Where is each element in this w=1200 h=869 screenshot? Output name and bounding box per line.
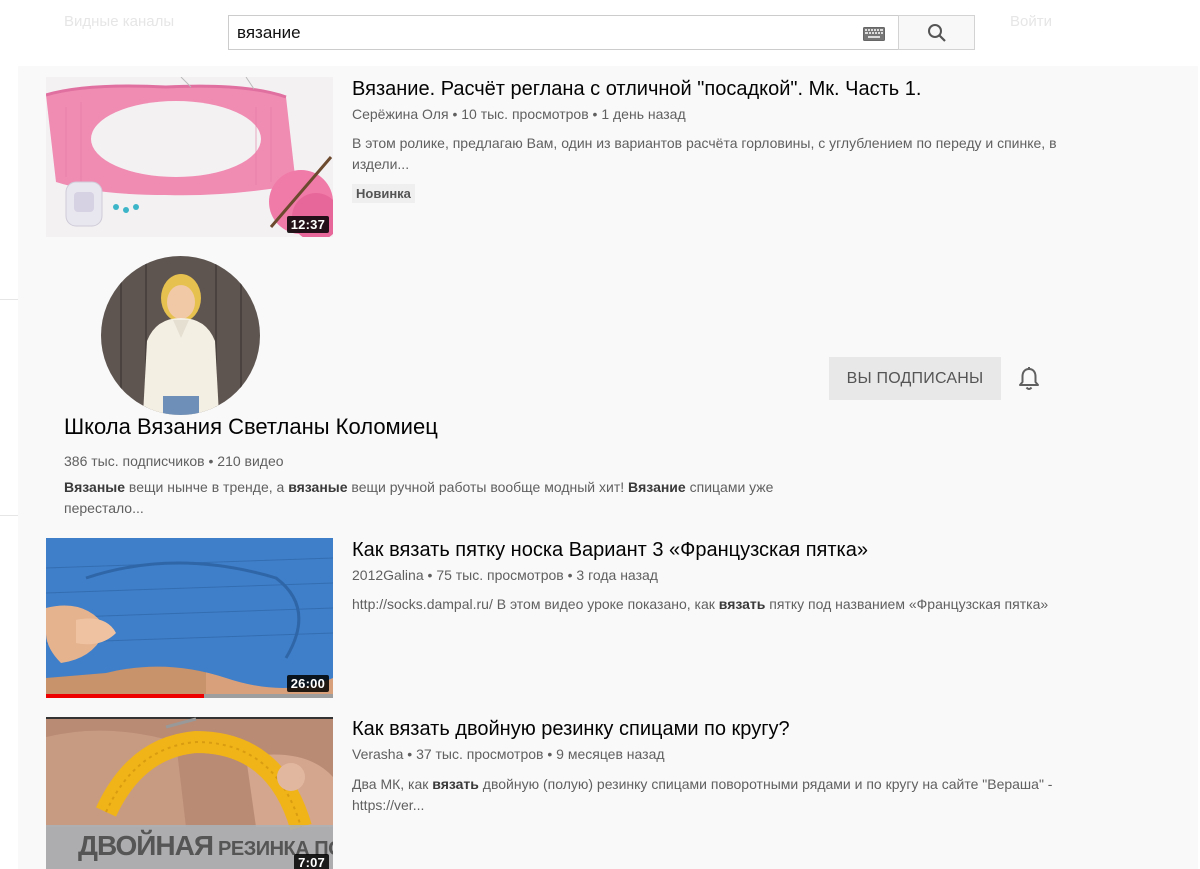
- video-description: http://socks.dampal.ru/ В этом видео уро…: [352, 596, 1049, 612]
- keyboard-icon[interactable]: [863, 27, 885, 41]
- divider: [0, 299, 18, 300]
- meta-separator: •: [567, 567, 573, 583]
- video-metadata: Verasha • 37 тыс. просмотров • 9 месяцев…: [352, 746, 665, 762]
- watch-progress-fill: [46, 694, 204, 698]
- video-title[interactable]: Как вязать двойную резинку спицами по кр…: [352, 718, 790, 741]
- channel-description: Вязаные вещи нынче в тренде, а вязаные в…: [64, 479, 774, 516]
- view-count: 75 тыс. просмотров: [436, 567, 564, 583]
- video-duration: 12:37: [286, 216, 329, 233]
- upload-age: 1 день назад: [601, 106, 686, 122]
- video-duration: 26:00: [286, 675, 329, 692]
- search-button[interactable]: [898, 15, 975, 50]
- video-description: Два МК, как вязать двойную (полую) резин…: [352, 776, 1053, 813]
- new-badge: Новинка: [352, 184, 415, 203]
- upload-age: 9 месяцев назад: [556, 746, 665, 762]
- channel-link[interactable]: 2012Galina: [352, 567, 424, 583]
- channel-avatar[interactable]: [101, 256, 260, 415]
- meta-separator: •: [452, 106, 458, 122]
- search-box[interactable]: [228, 15, 899, 50]
- search-input[interactable]: [237, 22, 837, 44]
- meta-separator: •: [208, 453, 214, 469]
- left-guide-strip: [0, 66, 18, 869]
- meta-separator: •: [427, 567, 433, 583]
- sock-heel-image: [46, 538, 333, 698]
- masthead: Видные каналы Войти: [0, 0, 1200, 66]
- masthead-signin-link[interactable]: Войти: [1010, 13, 1052, 30]
- video-metadata: 2012Galina • 75 тыс. просмотров • 3 года…: [352, 567, 658, 583]
- video-title[interactable]: Вязание. Расчёт реглана с отличной "поса…: [352, 78, 921, 101]
- view-count: 37 тыс. просмотров: [416, 746, 544, 762]
- video-description: В этом ролике, предлагаю Вам, один из ва…: [352, 135, 1057, 172]
- search-icon: [927, 23, 946, 42]
- bell-icon[interactable]: [1017, 366, 1041, 392]
- meta-separator: •: [407, 746, 413, 762]
- masthead-left-link[interactable]: Видные каналы: [64, 13, 174, 30]
- channel-link[interactable]: Серёжина Оля: [352, 106, 449, 122]
- meta-separator: •: [592, 106, 598, 122]
- video-title[interactable]: Как вязать пятку носка Вариант 3 «Францу…: [352, 539, 868, 562]
- video-metadata: Серёжина Оля • 10 тыс. просмотров • 1 де…: [352, 106, 686, 122]
- video-duration: 7:07: [294, 854, 329, 869]
- upload-age: 3 года назад: [576, 567, 658, 583]
- video-thumbnail[interactable]: 26:00: [46, 538, 333, 698]
- video-thumbnail[interactable]: ДВОЙНАЯ РЕЗИНКА ПО КРУГУ 7:07: [46, 717, 333, 869]
- divider: [0, 515, 18, 516]
- channel-link[interactable]: Verasha: [352, 746, 403, 762]
- video-count: 210 видео: [217, 453, 284, 469]
- view-count: 10 тыс. просмотров: [461, 106, 589, 122]
- avatar-photo: [101, 256, 260, 415]
- channel-name[interactable]: Школа Вязания Светланы Коломиец: [64, 414, 438, 440]
- meta-separator: •: [547, 746, 553, 762]
- subscriber-count: 386 тыс. подписчиков: [64, 453, 205, 469]
- video-thumbnail[interactable]: 12:37: [46, 77, 333, 237]
- channel-metadata: 386 тыс. подписчиков • 210 видео: [64, 453, 284, 469]
- subscribed-button[interactable]: ВЫ ПОДПИСАНЫ: [829, 357, 1001, 400]
- knitted-yoke-image: [46, 77, 333, 237]
